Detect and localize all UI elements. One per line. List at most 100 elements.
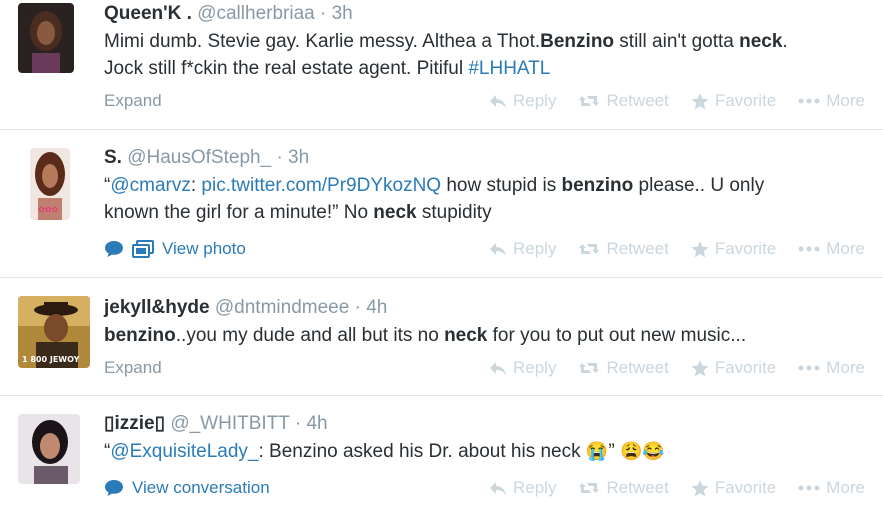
avatar-image [18,414,80,484]
speech-bubble-icon [105,480,123,496]
user-fullname[interactable]: S. [104,147,122,168]
text-segment: please.. U only [633,175,765,196]
more-action[interactable]: More [798,239,865,259]
reply-action[interactable]: Reply [489,91,556,111]
reply-action[interactable]: Reply [489,239,556,259]
tweet-item[interactable]: 1 800 JEWOY jekyll&hyde @dntmindmeee · 4… [0,278,883,396]
text-segment: how stupid is [441,175,562,196]
view-photo-link[interactable]: View photo [104,239,246,259]
star-icon [691,359,709,376]
avatar-image [18,3,74,73]
tweet-header: Queen'K . @callherbriaa · 3h [104,2,873,26]
text-segment: . [782,31,788,52]
favorite-label: Favorite [714,478,777,497]
tweet-item[interactable]: ✿✿✿ S. @HausOfSteph_ · 3h “@cmarvz: pic.… [0,130,883,278]
tweet-actions: Reply Retweet Favorite More [489,478,865,498]
tweet-text: “@ExquisiteLady_: Benzino asked his Dr. … [104,438,873,465]
highlight-term: neck [739,31,783,52]
timestamp[interactable]: 3h [288,147,309,168]
avatar[interactable] [18,3,74,73]
separator: · [276,147,283,168]
more-label: More [826,239,865,258]
crying-face-icon: 😭 [585,441,609,461]
text-segment: ..you my dude and all but its no [175,325,445,346]
reply-label: Reply [513,239,557,258]
timestamp[interactable]: 3h [332,3,353,24]
favorite-action[interactable]: Favorite [691,478,776,498]
avatar[interactable]: ✿✿✿ [30,148,70,220]
text-segment: for you to put out new music... [487,325,747,346]
more-action[interactable]: More [798,478,865,498]
view-photo-label: View photo [162,239,246,258]
tweet-header: jekyll&hyde @dntmindmeee · 4h [104,296,873,320]
avatar-image: ✿✿✿ [30,148,70,220]
more-label: More [826,91,865,110]
retweet-icon [579,363,600,373]
user-handle[interactable]: @_WHITBITT [170,413,289,434]
retweet-action[interactable]: Retweet [578,239,669,259]
tweet-item[interactable]: Queen'K . @callherbriaa · 3h Mimi dumb. … [0,0,883,130]
photo-icon [132,240,154,258]
text-segment: Mimi dumb. Stevie gay. Karlie messy. Alt… [104,31,541,52]
favorite-action[interactable]: Favorite [691,91,776,111]
favorite-action[interactable]: Favorite [691,358,776,378]
user-handle[interactable]: @HausOfSteph_ [127,147,271,168]
highlight-term: benzino [104,325,176,346]
view-conversation-label: View conversation [132,478,270,497]
text-segment: : [190,175,202,196]
svg-text:✿✿✿: ✿✿✿ [38,205,58,214]
retweet-action[interactable]: Retweet [578,478,669,498]
favorite-label: Favorite [714,91,777,110]
mention-link[interactable]: @cmarvz [110,175,191,196]
tweet-text: benzino..you my dude and all but its no … [104,322,873,349]
reply-icon [490,482,506,495]
retweet-label: Retweet [606,478,669,497]
expand-link[interactable]: Expand [104,358,162,378]
retweet-icon [579,96,600,106]
reply-action[interactable]: Reply [489,358,556,378]
retweet-label: Retweet [606,239,669,258]
expand-link[interactable]: Expand [104,91,162,111]
photo-link[interactable]: pic.twitter.com/Pr9DYkozNQ [201,175,441,196]
avatar[interactable] [18,414,80,484]
tweet-footer: View conversation Reply Retweet Favorite… [104,478,865,504]
mention-link[interactable]: @ExquisiteLady_ [110,441,258,462]
user-handle[interactable]: @callherbriaa [197,3,315,24]
tweet-actions: Reply Retweet Favorite More [489,239,865,259]
user-fullname[interactable]: jekyll&hyde [104,297,210,318]
more-dots-icon [798,98,820,104]
timestamp[interactable]: 4h [366,297,387,318]
retweet-action[interactable]: Retweet [578,358,669,378]
highlight-term: Benzino [540,31,615,52]
star-icon [691,240,709,257]
reply-action[interactable]: Reply [489,478,556,498]
more-action[interactable]: More [798,358,865,378]
separator: · [294,413,302,434]
reply-icon [490,95,506,108]
more-action[interactable]: More [798,91,865,111]
retweet-icon [579,244,600,254]
separator: · [354,297,361,318]
tweet-item[interactable]: ▯izzie▯ @_WHITBITT · 4h “@ExquisiteLady_… [0,396,883,511]
more-dots-icon [798,485,820,491]
highlight-term: benzino [561,175,634,196]
speech-bubble-icon [105,241,123,257]
favorite-action[interactable]: Favorite [691,239,776,259]
text-segment: stupidity [416,202,492,223]
user-fullname[interactable]: Queen'K . [104,3,192,24]
user-fullname[interactable]: ▯izzie▯ [104,413,165,434]
hashtag-link[interactable]: #LHHATL [468,58,550,79]
tweet-actions: Reply Retweet Favorite More [489,358,865,378]
highlight-term: neck [373,202,417,223]
avatar[interactable]: 1 800 JEWOY [18,296,90,368]
retweet-action[interactable]: Retweet [578,91,669,111]
star-icon [691,479,709,496]
view-conversation-link[interactable]: View conversation [104,478,270,498]
tweet-footer: View photo Reply Retweet Favorite More [104,239,865,265]
retweet-label: Retweet [606,91,669,110]
text-segment: Jock still f*ckin the real estate agent.… [104,58,469,79]
text-segment: ” [608,441,620,462]
timestamp[interactable]: 4h [306,413,327,434]
more-dots-icon [798,365,820,371]
user-handle[interactable]: @dntmindmeee [215,297,349,318]
